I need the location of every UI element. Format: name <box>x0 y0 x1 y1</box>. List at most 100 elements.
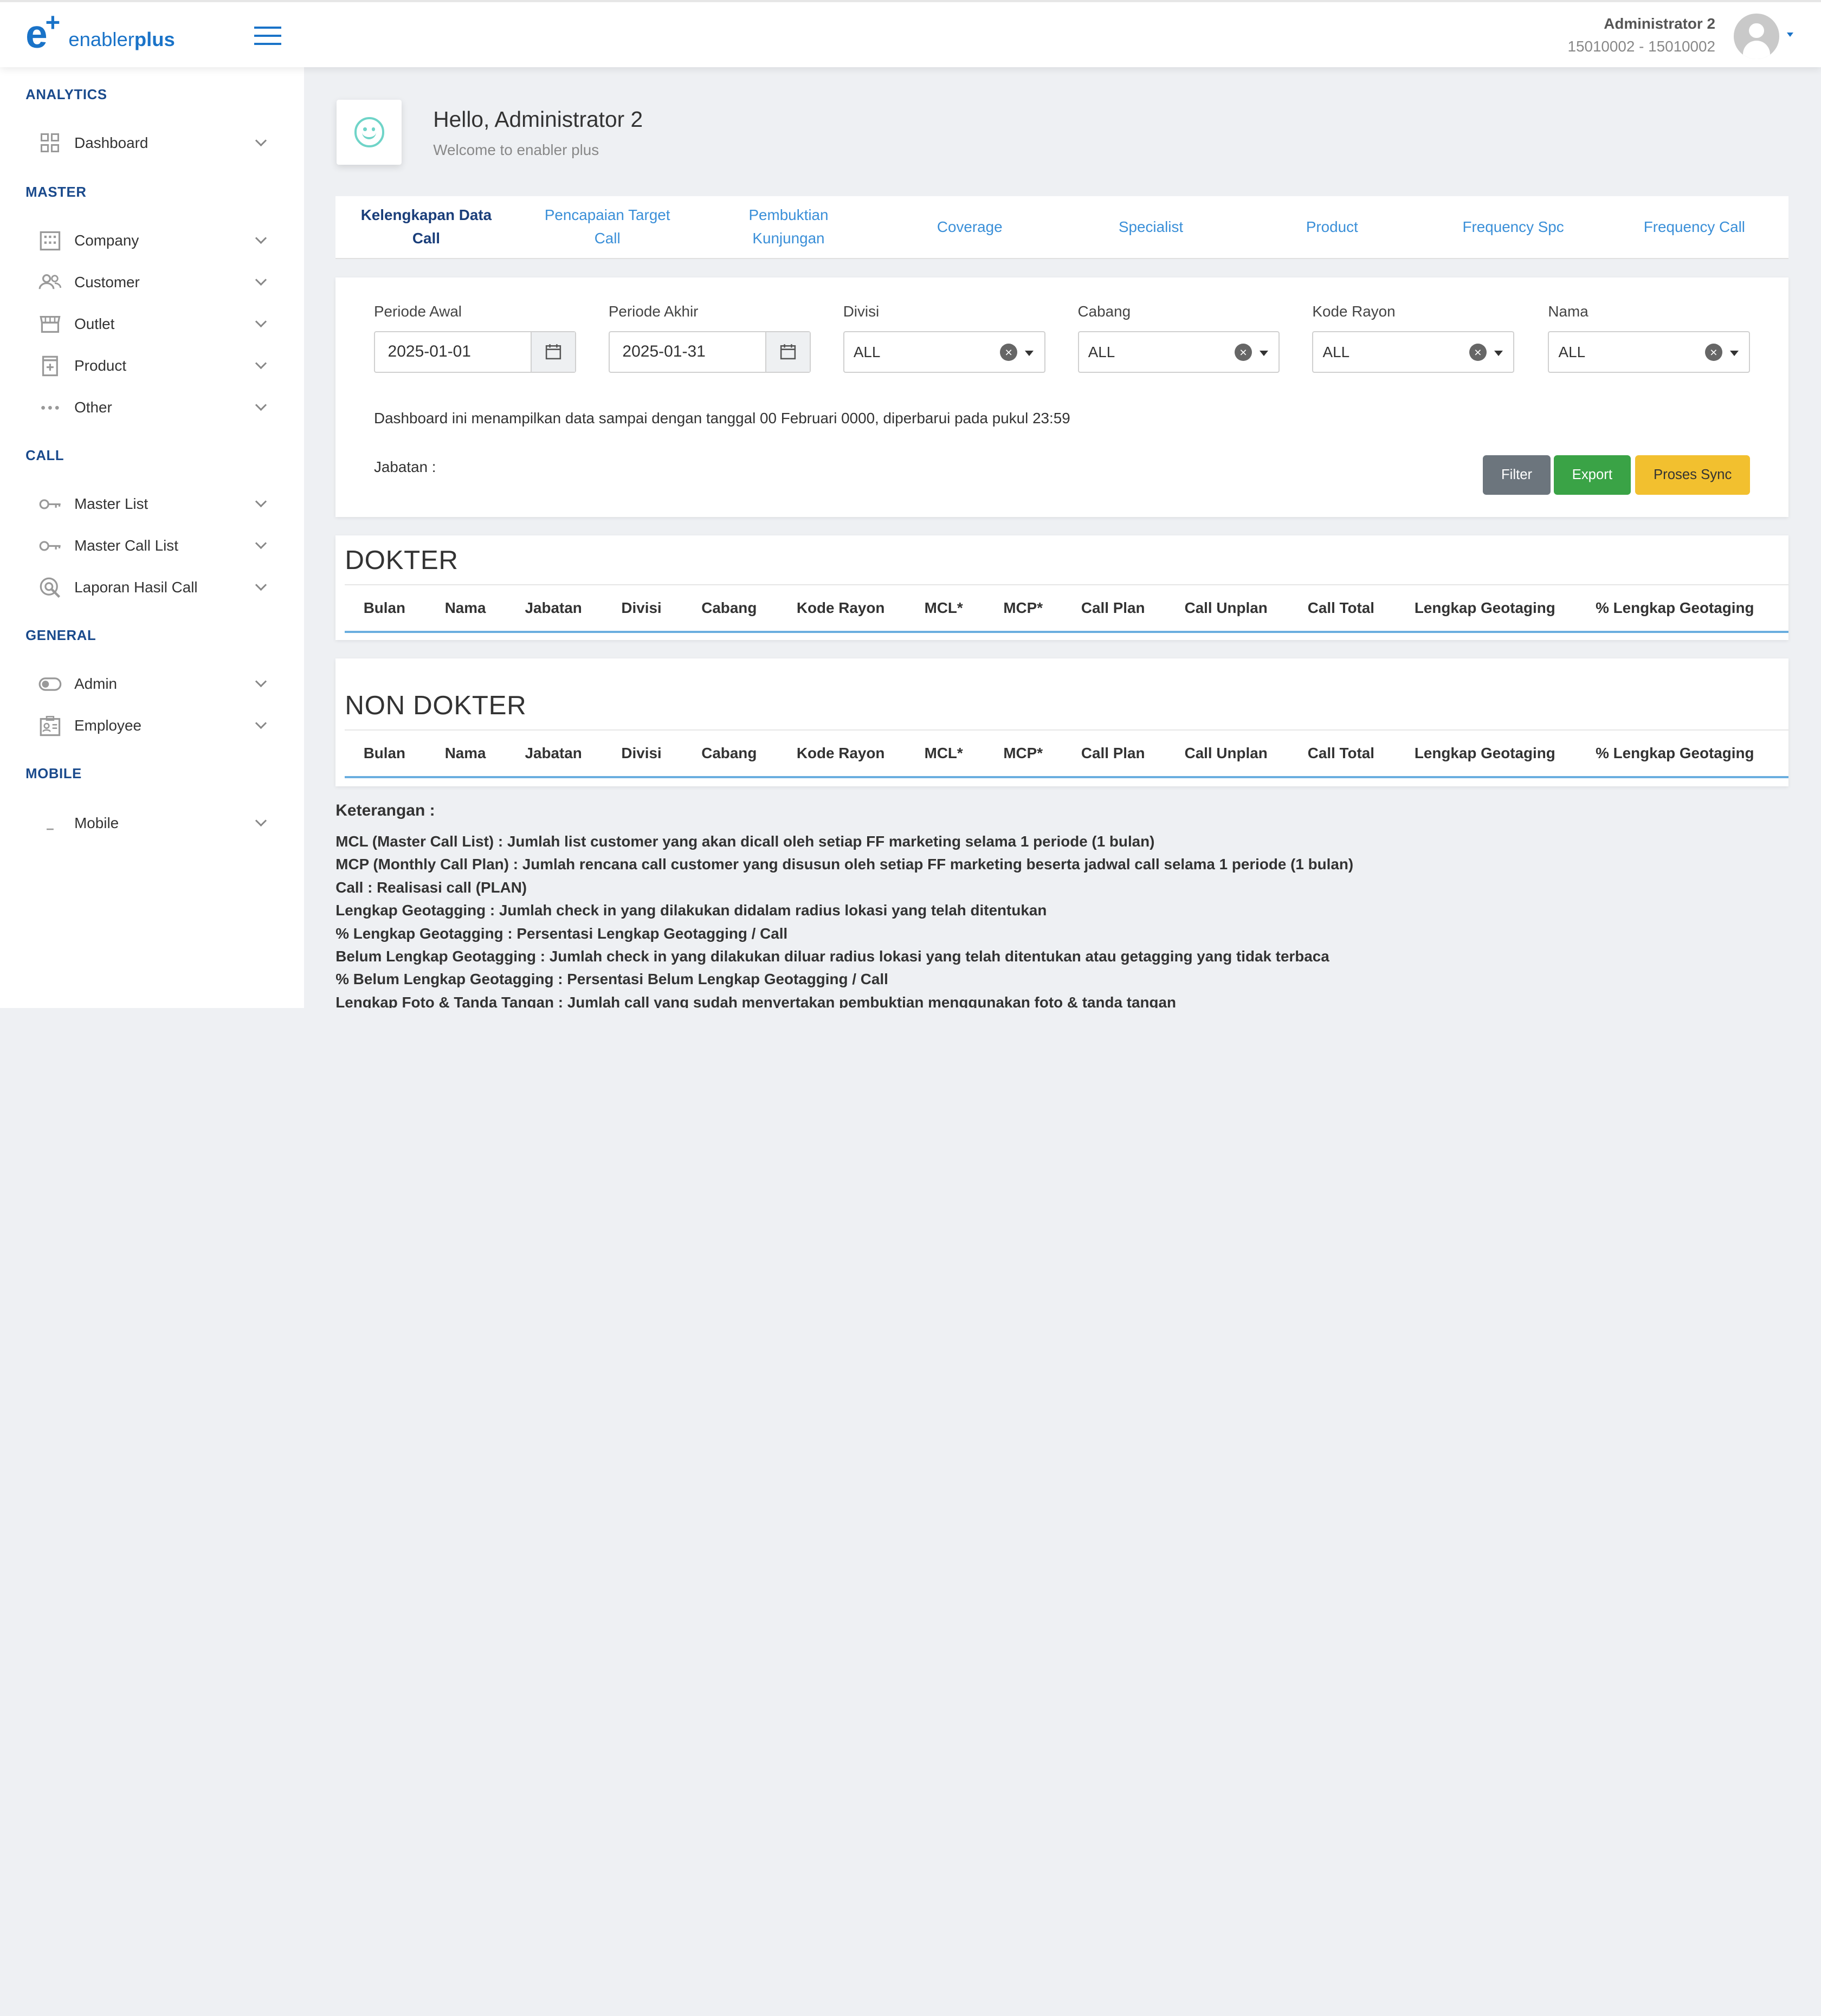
column-header[interactable]: MCP* <box>1003 745 1081 762</box>
non-dokter-table-header: Bulan Nama Jabatan Divisi Cabang Kode Ra… <box>345 729 1788 778</box>
sidebar-item-employee[interactable]: Employee <box>25 708 279 743</box>
sidebar-item-mobile[interactable]: Mobile <box>25 806 279 841</box>
column-header[interactable]: Bulan <box>364 745 445 762</box>
non-dokter-table-title: NON DOKTER <box>345 690 527 720</box>
clear-icon[interactable]: × <box>1704 344 1722 361</box>
tab-frequency-call[interactable]: Frequency Call <box>1604 196 1785 258</box>
sidebar-item-laporan-hasil-call[interactable]: Laporan Hasil Call <box>25 570 279 605</box>
note-line: Belum Lengkap Geotagging : Jumlah check … <box>335 947 1329 965</box>
user-id: 15010002 - 15010002 <box>1567 38 1715 55</box>
column-header[interactable]: Jabatan <box>525 599 622 617</box>
column-header[interactable]: % Lengkap Geotaging <box>1596 599 1754 617</box>
nama-value: ALL <box>1558 344 1586 361</box>
sidebar-item-outlet[interactable]: Outlet <box>25 307 279 341</box>
column-header[interactable]: MCL* <box>925 599 1004 617</box>
column-header[interactable]: Call Total <box>1308 599 1415 617</box>
kode-rayon-select[interactable]: ALL × <box>1312 331 1515 373</box>
key-icon <box>38 493 62 516</box>
sidebar-item-label: Outlet <box>74 315 115 332</box>
avatar[interactable] <box>1734 14 1779 59</box>
more-icon <box>38 396 62 419</box>
column-header[interactable]: % Lengkap Geotaging <box>1596 745 1754 762</box>
clear-icon[interactable]: × <box>1469 344 1487 361</box>
column-header[interactable]: Nama <box>445 599 525 617</box>
non-dokter-table-card: NON DOKTER Bulan Nama Jabatan Divisi Cab… <box>335 658 1788 786</box>
filter-button[interactable]: Filter <box>1483 455 1551 495</box>
calendar-icon[interactable] <box>765 332 810 372</box>
sidebar-item-label: Dashboard <box>74 134 148 151</box>
cabang-select[interactable]: ALL × <box>1077 331 1280 373</box>
clear-icon[interactable]: × <box>1000 344 1018 361</box>
column-header[interactable]: Kode Rayon <box>797 745 925 762</box>
notes-title: Keterangan : <box>335 801 435 819</box>
sidebar-item-label: Company <box>74 231 139 249</box>
kode-rayon-value: ALL <box>1322 344 1350 361</box>
column-header[interactable]: Call Unplan <box>1185 745 1308 762</box>
export-button[interactable]: Export <box>1554 455 1631 495</box>
calendar-icon[interactable] <box>531 332 575 372</box>
tab-pencapaian-target-call[interactable]: Pencapaian Target Call <box>517 196 698 258</box>
note-line: MCL (Master Call List) : Jumlah list cus… <box>335 832 1155 850</box>
column-header[interactable]: Nama <box>445 745 525 762</box>
nama-select[interactable]: ALL × <box>1548 331 1751 373</box>
report-icon <box>38 576 62 599</box>
caret-down-icon[interactable] <box>1494 350 1503 356</box>
sidebar-item-dashboard[interactable]: Dashboard <box>25 125 279 160</box>
app-root: e + enablerplus Administrator 2 15010002 … <box>0 0 1821 1008</box>
column-header[interactable]: Divisi <box>621 745 701 762</box>
periode-awal-field[interactable]: 2025-01-01 <box>373 331 576 373</box>
column-header[interactable]: Call Plan <box>1081 745 1185 762</box>
caret-down-icon[interactable] <box>1260 350 1269 356</box>
tab-frequency-spc[interactable]: Frequency Spc <box>1423 196 1604 258</box>
sidebar-item-label: Employee <box>74 717 141 734</box>
sidebar-section-analytics: ANALYTICS <box>25 87 107 102</box>
column-header[interactable]: Bulan <box>364 599 445 617</box>
column-header[interactable]: Call Total <box>1308 745 1415 762</box>
column-header[interactable]: Cabang <box>701 599 797 617</box>
note-line: Lengkap Geotagging : Jumlah check in yan… <box>335 902 1047 919</box>
menu-toggle-icon[interactable] <box>254 27 281 46</box>
sidebar-item-master-list[interactable]: Master List <box>25 487 279 521</box>
caret-down-icon[interactable] <box>1729 350 1739 356</box>
sidebar-item-master-call-list[interactable]: Master Call List <box>25 528 279 563</box>
column-header[interactable]: MCP* <box>1003 599 1081 617</box>
tab-specialist[interactable]: Specialist <box>1060 196 1241 258</box>
sidebar-item-admin[interactable]: Admin <box>25 667 279 701</box>
keterangan-notes: Keterangan : MCL (Master Call List) : Ju… <box>335 802 1788 1008</box>
tab-product[interactable]: Product <box>1242 196 1423 258</box>
caret-down-icon[interactable] <box>1025 350 1034 356</box>
sidebar-section-call: CALL <box>25 448 64 464</box>
user-menu-caret-icon[interactable] <box>1786 32 1793 37</box>
welcome-card <box>337 100 402 165</box>
sidebar-item-customer[interactable]: Customer <box>25 265 279 300</box>
clear-icon[interactable]: × <box>1234 344 1252 361</box>
user-info[interactable]: Administrator 2 15010002 - 15010002 <box>1567 15 1715 56</box>
column-header[interactable]: Lengkap Geotaging <box>1415 599 1596 617</box>
sidebar-item-label: Admin <box>74 675 118 693</box>
sidebar-item-product[interactable]: Product <box>25 348 279 383</box>
column-header[interactable]: Call Plan <box>1081 599 1185 617</box>
divisi-select[interactable]: ALL × <box>843 331 1045 373</box>
column-header[interactable]: Divisi <box>621 599 701 617</box>
dokter-table-header: Bulan Nama Jabatan Divisi Cabang Kode Ra… <box>345 584 1788 633</box>
main-content: Hello, Administrator 2 Welcome to enable… <box>304 67 1821 1008</box>
note-line: % Belum Lengkap Geotagging : Persentasi … <box>335 971 888 988</box>
sidebar-item-other[interactable]: Other <box>25 390 279 425</box>
brand-name: enablerplus <box>68 28 175 50</box>
column-header[interactable]: Cabang <box>701 745 797 762</box>
periode-akhir-field[interactable]: 2025-01-31 <box>608 331 811 373</box>
column-header[interactable]: Kode Rayon <box>797 599 925 617</box>
chevron-down-icon <box>255 815 267 827</box>
mobile-icon <box>38 812 62 835</box>
brand-logo[interactable]: e + enablerplus <box>25 8 175 54</box>
column-header[interactable]: Lengkap Geotaging <box>1415 745 1596 762</box>
column-header[interactable]: Call Unplan <box>1185 599 1308 617</box>
sidebar-item-label: Master Call List <box>74 537 178 554</box>
column-header[interactable]: Jabatan <box>525 745 622 762</box>
tab-kelengkapan-data-call[interactable]: Kelengkapan Data Call <box>335 196 516 258</box>
column-header[interactable]: MCL* <box>925 745 1004 762</box>
tab-pembuktian-kunjungan[interactable]: Pembuktian Kunjungan <box>698 196 879 258</box>
tab-coverage[interactable]: Coverage <box>879 196 1060 258</box>
proses-sync-button[interactable]: Proses Sync <box>1635 455 1751 495</box>
sidebar-item-company[interactable]: Company <box>25 223 279 257</box>
